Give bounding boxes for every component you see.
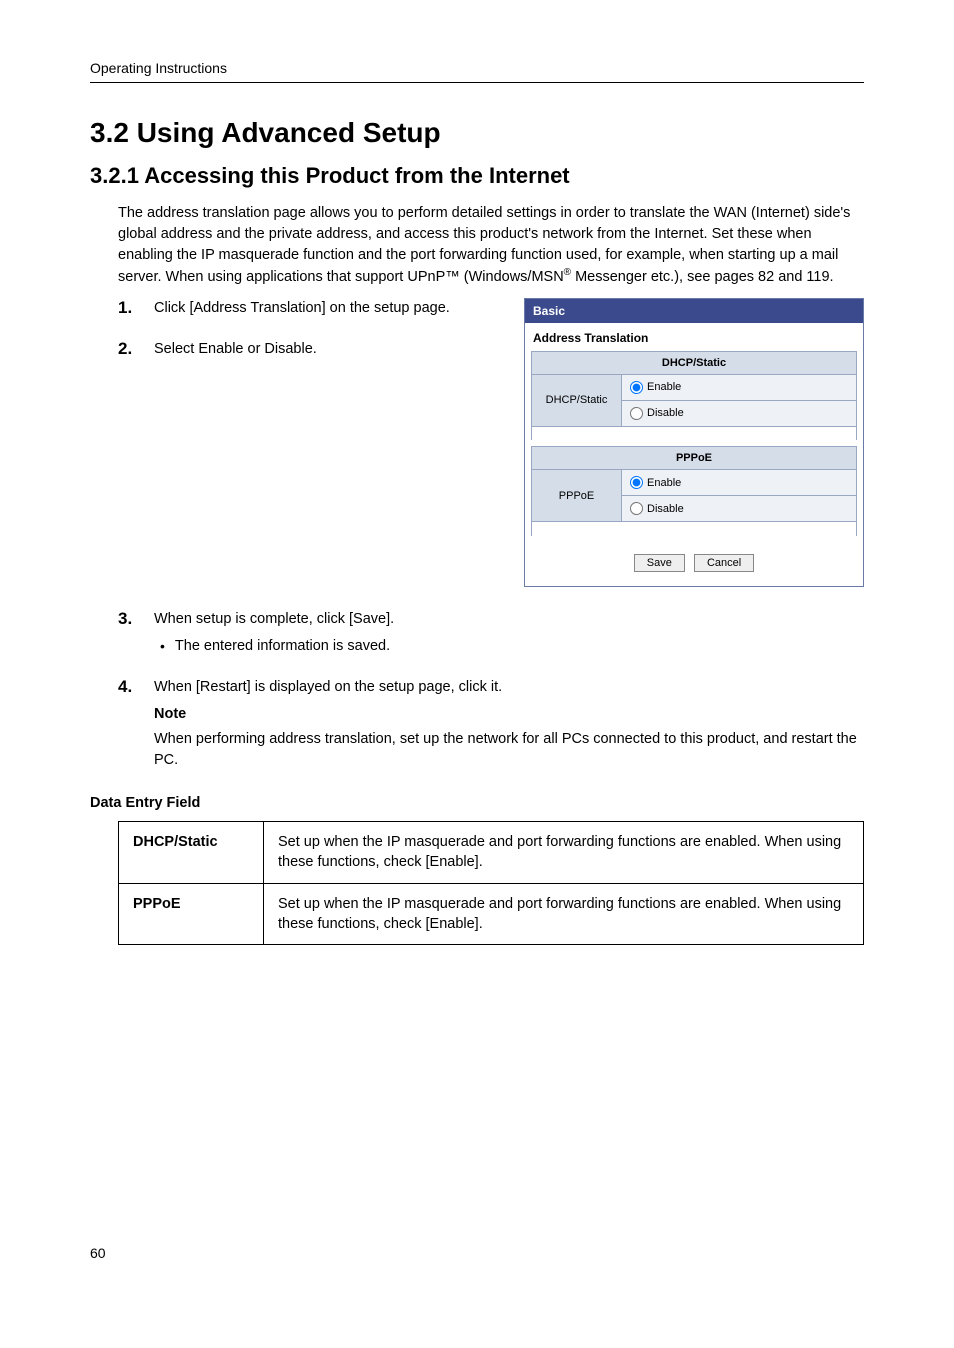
step-text: When setup is complete, click [Save]. • … — [154, 609, 864, 657]
dhcp-static-table: DHCP/Static DHCP/Static Enable — [531, 351, 857, 441]
step-number: 4. — [118, 677, 140, 771]
dhcp-disable-radio[interactable] — [630, 407, 643, 420]
option-cell: Disable — [622, 400, 857, 426]
step-3: 3. When setup is complete, click [Save].… — [118, 609, 864, 657]
header-divider — [90, 82, 864, 83]
pppoe-table: PPPoE PPPoE Enable — [531, 446, 857, 536]
panel-button-row: Save Cancel — [525, 542, 863, 586]
settings-panel: Basic Address Translation DHCP/Static DH… — [524, 298, 864, 587]
note-text: When performing address translation, set… — [154, 729, 864, 771]
pppoe-disable-radio[interactable] — [630, 502, 643, 515]
radio-label: Enable — [647, 477, 681, 489]
note-label: Note — [154, 704, 864, 725]
step-number: 3. — [118, 609, 140, 657]
step-text: Select Enable or Disable. — [154, 339, 512, 360]
data-entry-table: DHCP/Static Set up when the IP masquerad… — [118, 821, 864, 945]
step-1: 1. Click [Address Translation] on the se… — [118, 298, 512, 319]
registered-mark: ® — [564, 267, 571, 278]
table-header: DHCP/Static — [532, 351, 857, 374]
pppoe-enable-radio[interactable] — [630, 476, 643, 489]
option-cell: Disable — [622, 496, 857, 522]
table-header: PPPoE — [532, 447, 857, 470]
cell-desc: Set up when the IP masquerade and port f… — [264, 821, 864, 883]
cell-desc: Set up when the IP masquerade and port f… — [264, 883, 864, 945]
step-number: 1. — [118, 298, 140, 319]
option-cell: Enable — [622, 470, 857, 496]
option-cell: Enable — [622, 374, 857, 400]
row-label: PPPoE — [532, 470, 622, 522]
radio-label: Disable — [647, 407, 684, 419]
bullet-item: • The entered information is saved. — [160, 636, 864, 657]
step-2: 2. Select Enable or Disable. — [118, 339, 512, 360]
section-heading-1: 3.2 Using Advanced Setup — [90, 117, 864, 149]
step-3-text: When setup is complete, click [Save]. — [154, 611, 394, 627]
table-row: DHCP/Static Set up when the IP masquerad… — [119, 821, 864, 883]
data-entry-heading: Data Entry Field — [90, 795, 864, 811]
save-button[interactable]: Save — [634, 554, 685, 572]
bullet-text: The entered information is saved. — [175, 636, 390, 657]
cell-label: DHCP/Static — [119, 821, 264, 883]
intro-paragraph: The address translation page allows you … — [118, 203, 864, 288]
dhcp-enable-radio[interactable] — [630, 381, 643, 394]
step-text: When [Restart] is displayed on the setup… — [154, 677, 864, 771]
step-4: 4. When [Restart] is displayed on the se… — [118, 677, 864, 771]
running-header: Operating Instructions — [90, 60, 864, 76]
step-4-text: When [Restart] is displayed on the setup… — [154, 679, 502, 695]
panel-section-label: Address Translation — [525, 323, 863, 351]
bullet-dot: • — [160, 636, 165, 657]
radio-label: Disable — [647, 503, 684, 515]
row-label: DHCP/Static — [532, 374, 622, 426]
page-number: 60 — [90, 1245, 864, 1261]
section-heading-2: 3.2.1 Accessing this Product from the In… — [90, 163, 864, 189]
table-row: PPPoE Set up when the IP masquerade and … — [119, 883, 864, 945]
cell-label: PPPoE — [119, 883, 264, 945]
panel-title: Basic — [525, 299, 863, 323]
intro-text-2: Messenger etc.), see pages 82 and 119. — [571, 269, 834, 285]
step-number: 2. — [118, 339, 140, 360]
cancel-button[interactable]: Cancel — [694, 554, 754, 572]
radio-label: Enable — [647, 381, 681, 393]
step-text: Click [Address Translation] on the setup… — [154, 298, 512, 319]
